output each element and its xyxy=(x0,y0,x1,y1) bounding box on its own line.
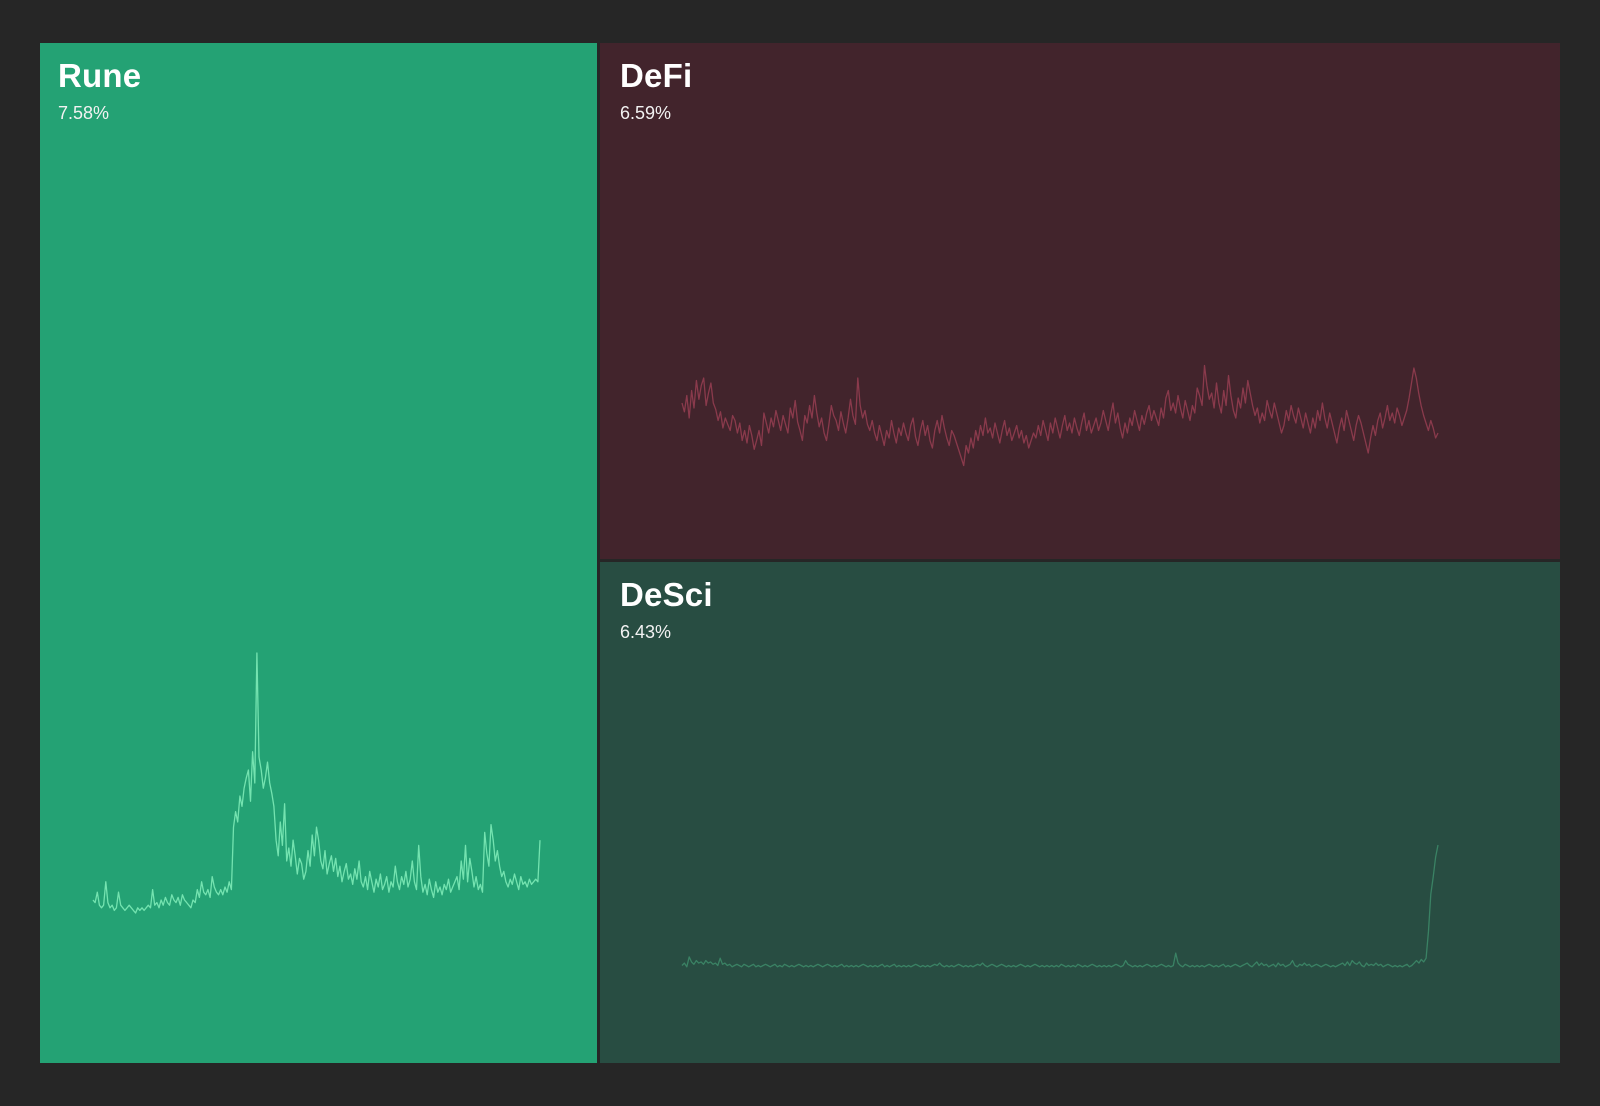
tile-defi[interactable]: DeFi 6.59% xyxy=(600,43,1560,559)
defi-sparkline xyxy=(681,364,1439,467)
tile-change-percent: 7.58% xyxy=(58,103,110,123)
tile-title: DeSci xyxy=(620,576,713,613)
tile-desci[interactable]: DeSci 6.43% xyxy=(600,562,1560,1063)
tile-title: Rune xyxy=(58,57,142,94)
category-heatmap: Rune 7.58% DeFi 6.59% DeSci 6.43% xyxy=(0,0,1600,1106)
sparkline-series xyxy=(681,844,1439,968)
tile-rune[interactable]: Rune 7.58% xyxy=(40,43,597,1063)
tile-change-percent: 6.59% xyxy=(620,103,672,123)
tile-change-percent: 6.43% xyxy=(620,622,672,642)
rune-sparkline xyxy=(92,652,541,914)
desci-sparkline xyxy=(681,844,1439,968)
sparkline-series xyxy=(681,364,1439,467)
tile-title: DeFi xyxy=(620,57,693,94)
sparkline-series xyxy=(92,652,541,914)
